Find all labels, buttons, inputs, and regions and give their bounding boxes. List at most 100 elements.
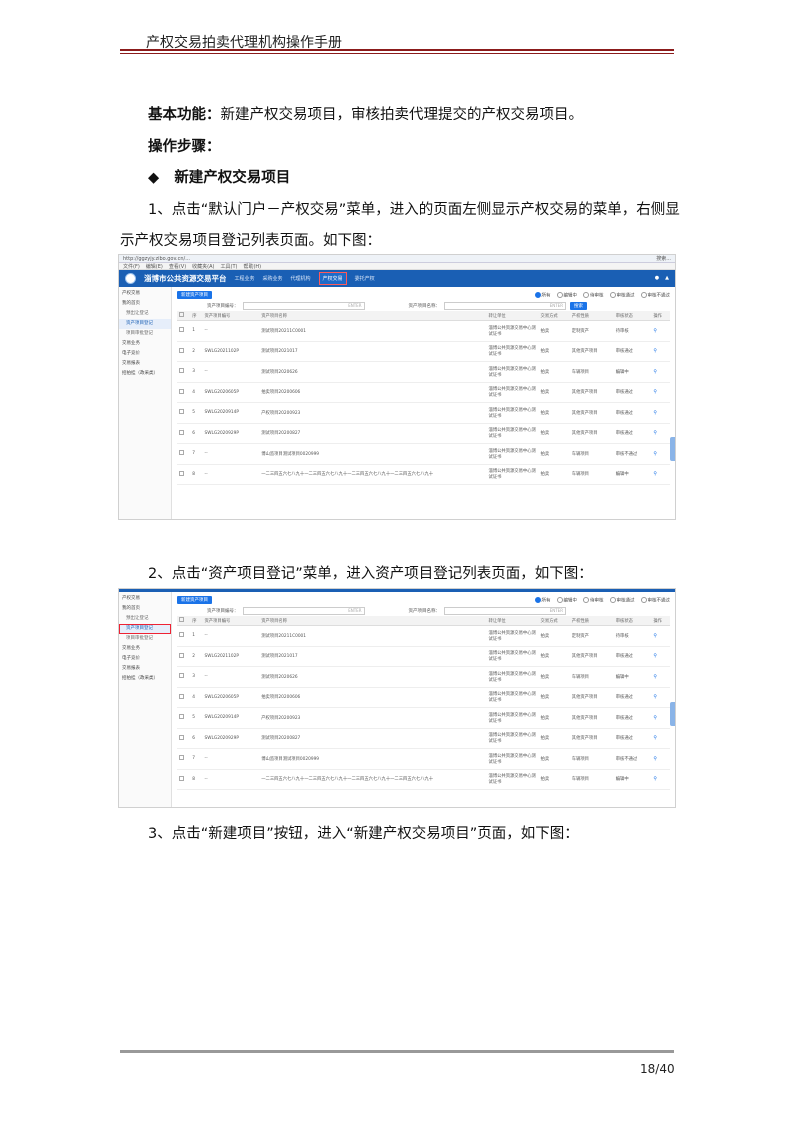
column-header: 交易方式 [538, 311, 570, 321]
table-cell: 8 [190, 769, 203, 790]
column-header: 审核状态 [613, 311, 652, 321]
filter-label: 待审核 [590, 598, 604, 604]
table-cell: -- [202, 443, 260, 465]
header-rule [120, 49, 674, 51]
sidebar: 产权交易 我的首页 预出让登记 资产项目登记 项目审批登记 交易业务 电子竞价 … [119, 592, 172, 807]
checkbox-icon [179, 632, 184, 638]
checkbox-icon [179, 470, 184, 476]
table-cell: 拍卖 [538, 707, 570, 729]
table-cell: 定制资产 [569, 625, 614, 647]
filter-label: 审核通过 [616, 293, 635, 299]
table-cell: 其他资产项目 [569, 646, 614, 667]
search-code-input: ENTER [242, 606, 365, 615]
column-header: 产权性质 [569, 616, 614, 626]
sidebar-title: 产权交易 [122, 596, 140, 601]
table-cell: 拍卖 [538, 769, 570, 790]
search-row: 资产项目编号： ENTER 资产项目名称： ENTER [177, 605, 670, 616]
filter-label: 待审核 [590, 293, 604, 299]
table-cell: 测试项目2020626 [259, 361, 487, 383]
sidebar-item-trade: 交易业务 [122, 646, 140, 651]
filter-label: 编辑中 [563, 598, 578, 604]
menu-item: 编辑(E) [145, 263, 163, 270]
table-cell: 3 [190, 666, 203, 688]
table-cell: 淄博公共资源交易中心测试证书 [486, 464, 539, 485]
menu-item: 工具(T) [220, 263, 238, 270]
table-cell: 2 [190, 646, 203, 667]
project-table: 序 资产项目编号 资产项目名称 转让单位 交易方式 产权性质 审核状态 操作 1… [177, 311, 670, 485]
menu-item: 文件(F) [123, 263, 140, 270]
sidebar-item-home: 我的首页 [122, 606, 140, 611]
table-row: 2 SWLG2021102P 测试项目2021017 淄博公共资源交易中心测试证书 拍卖… [177, 341, 670, 362]
table-cell: 淄博公共资源交易中心测试证书 [486, 341, 539, 362]
table-cell: 7 [190, 748, 203, 770]
filter-label: 审核不通过 [647, 293, 671, 299]
checkbox-icon [179, 450, 184, 456]
table-row: 4 SWLG2020605P 拍卖项目20200606 淄博公共资源交易中心测试证书拍… [177, 382, 670, 403]
table-cell: 测试项目2020626 [259, 666, 487, 688]
app-header: 淄博市公共资源交易平台 工程业务 采购业务 代理机构 产权交易 委托产权 ● ▲ [119, 270, 675, 287]
table-cell: -- [202, 666, 260, 688]
table-cell: 测试项目20200827 [259, 423, 487, 444]
table-cell: -- [202, 464, 260, 485]
view-icon: ⚲ [653, 755, 658, 762]
table-cell: 博山监项目测试项目0020999 [259, 748, 487, 770]
sidebar-item-pre: 预出让登记 [126, 311, 149, 316]
search-code-label: 资产项目编号： [207, 303, 239, 309]
sidebar-item-pre: 预出让登记 [126, 616, 149, 621]
table-cell: 拍卖 [538, 402, 570, 424]
checkbox-icon [179, 775, 184, 781]
view-icon: ⚲ [653, 348, 658, 355]
table-cell: 其他资产项目 [569, 687, 614, 708]
sidebar-item-asset: 资产项目登记 [119, 319, 171, 329]
table-cell: SWLG2020605P [202, 687, 260, 708]
table-cell: 1 [190, 625, 203, 647]
menu-item: 查看(V) [168, 263, 187, 270]
table-cell: 拍卖 [538, 748, 570, 770]
table-cell: 拍卖 [538, 666, 570, 688]
checkbox-icon [179, 327, 184, 333]
checkbox-icon [179, 673, 184, 679]
view-icon: ⚲ [653, 409, 658, 416]
table-cell: SWLG2020914P [202, 402, 260, 424]
section-title: 新建产权交易项目 [174, 170, 291, 186]
search-name-label: 资产项目名称： [408, 303, 441, 309]
table-cell: 拍卖 [538, 382, 570, 403]
view-icon: ⚲ [653, 368, 658, 375]
table-cell: 淄博公共资源交易中心测试证书 [486, 728, 539, 749]
table-cell: 拍卖项目20200606 [259, 687, 487, 708]
column-header: 转让单位 [486, 311, 539, 321]
table-row: 2 SWLG2021102P 测试项目2021017 淄博公共资源交易中心测试证书 拍卖… [177, 646, 670, 667]
table-cell: 拍卖 [538, 341, 570, 362]
table-row: 3 -- 测试项目2020626 淄博公共资源交易中心测试证书 拍卖 车辆项目 编辑中 ⚲ [177, 666, 670, 688]
table-cell: 测试项目20211C0001 [259, 625, 487, 647]
table-cell: 淄博公共资源交易中心测试证书 [486, 320, 539, 342]
table-cell: 编辑中 [613, 361, 652, 383]
checkbox-icon [179, 652, 184, 658]
table-row: 6 SWLG2020929P 测试项目20200827 淄博公共资源交易中心测试证书拍… [177, 423, 670, 444]
table-cell: 车辆项目 [569, 361, 614, 383]
nav-property-trade: 产权交易 [318, 272, 347, 285]
sidebar-item-gov: 招拍挂（政采类） [122, 371, 158, 376]
side-float-tab [670, 702, 675, 726]
table-cell: 淄博公共资源交易中心测试证书 [486, 748, 539, 770]
new-asset-button: 新建资产项目 [177, 291, 212, 299]
column-header: 审核状态 [613, 616, 652, 626]
table-row: 3 -- 测试项目2020626 淄博公共资源交易中心测试证书 拍卖 车辆项目 编辑中 ⚲ [177, 361, 670, 383]
browser-menu-bar: 文件(F) 编辑(E) 查看(V) 收藏夹(A) 工具(T) 帮助(H) [119, 263, 675, 270]
table-cell: 其他资产项目 [569, 402, 614, 424]
menu-item: 帮助(H) [243, 263, 262, 270]
column-header: 序 [190, 616, 203, 626]
step3-text: 3、点击“新建项目”按钮，进入“新建产权交易项目”页面，如下图： [148, 826, 579, 842]
checkbox-icon [179, 714, 184, 720]
screenshot-asset-register: 产权交易 我的首页 预出让登记 资产项目登记 项目审批登记 交易业务 电子竞价 … [118, 588, 676, 808]
table-cell: 编辑中 [613, 769, 652, 790]
table-cell: 编辑中 [613, 666, 652, 688]
nav-engineering: 工程业务 [234, 276, 255, 282]
table-cell: 车辆项目 [569, 666, 614, 688]
filter-label: 审核不通过 [647, 598, 671, 604]
table-cell: 车辆项目 [569, 769, 614, 790]
table-cell: -- [202, 320, 260, 342]
view-icon: ⚲ [653, 673, 658, 680]
nav-procurement: 采购业务 [262, 276, 283, 282]
table-row: 4 SWLG2020605P 拍卖项目20200606 淄博公共资源交易中心测试证书拍… [177, 687, 670, 708]
